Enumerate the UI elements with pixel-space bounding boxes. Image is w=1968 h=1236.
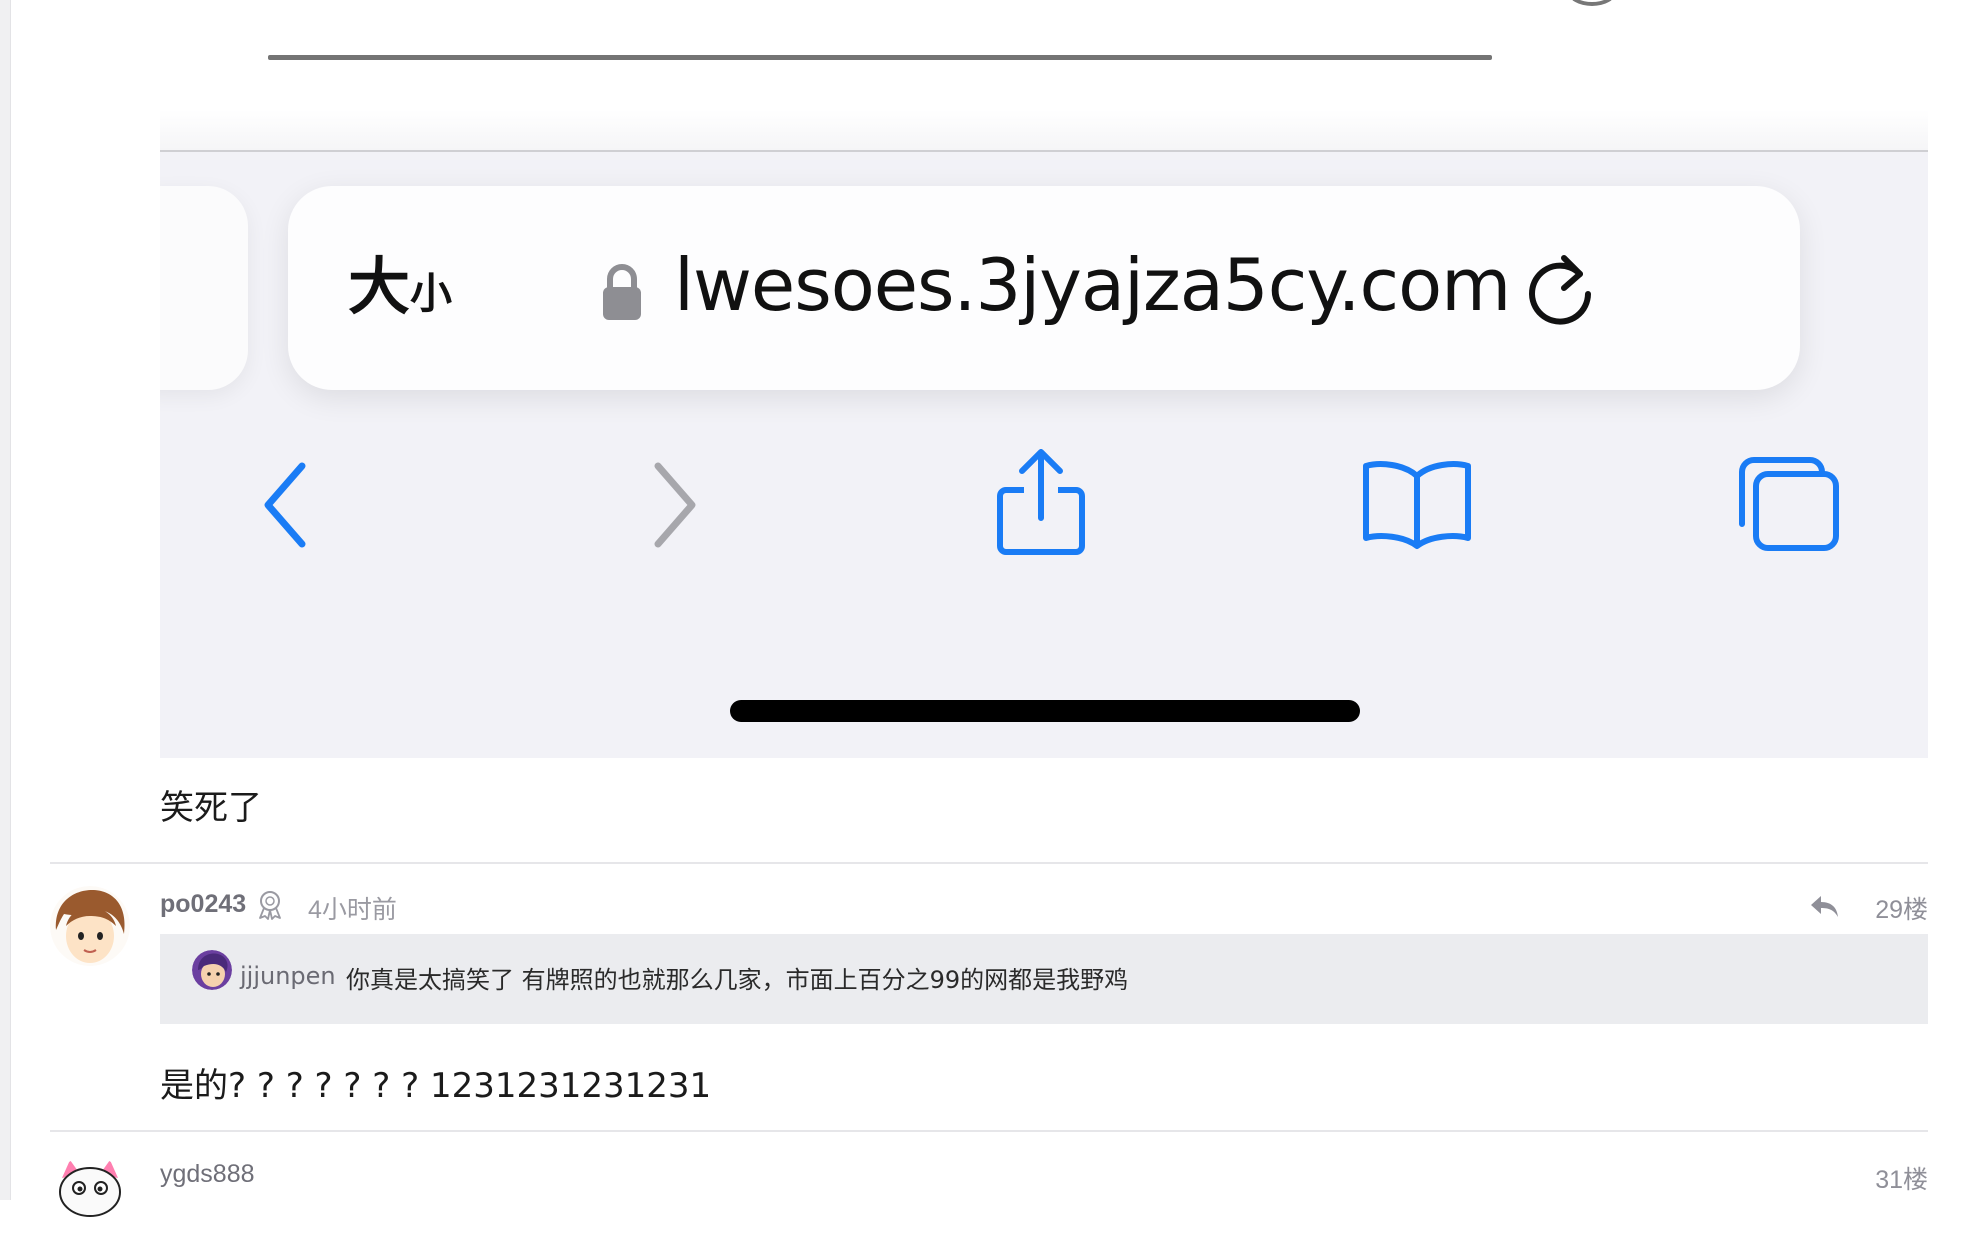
avatar-image xyxy=(192,950,232,990)
post-time: 4小时前 xyxy=(308,896,397,924)
floor-number: 29楼 xyxy=(1875,896,1928,924)
left-scroll-strip xyxy=(0,0,11,1200)
forward-icon xyxy=(654,462,696,548)
back-icon xyxy=(264,462,306,548)
avatar[interactable] xyxy=(50,1156,130,1236)
image-top-band xyxy=(160,110,1928,152)
quote-avatar[interactable] xyxy=(192,950,232,990)
floor-number: 31楼 xyxy=(1875,1166,1928,1194)
avatar-image xyxy=(50,1156,130,1236)
address-bar: 大小 lwesoes.3jyajza5cy.com xyxy=(288,186,1800,390)
lock-icon xyxy=(603,264,641,320)
tabs-icon xyxy=(1739,457,1839,551)
quote-username[interactable]: jjjunpen xyxy=(240,962,336,990)
horizontal-rule xyxy=(268,55,1492,60)
avatar-image xyxy=(50,886,130,966)
quote-block: jjjunpen 你真是太搞笑了 有牌照的也就那么几家，市面上百分之99的网都是… xyxy=(160,934,1928,1024)
post-body: 笑死了 xyxy=(160,788,262,828)
post-image[interactable]: 大小 lwesoes.3jyajza5cy.com xyxy=(160,110,1928,758)
reload-icon xyxy=(1529,255,1591,325)
quote-text: 你真是太搞笑了 有牌照的也就那么几家，市面上百分之99的网都是我野鸡 xyxy=(346,966,1129,994)
username[interactable]: po0243 xyxy=(160,890,246,919)
text-size-button: 大小 xyxy=(348,250,453,323)
url-text: lwesoes.3jyajza5cy.com xyxy=(674,243,1511,327)
share-icon xyxy=(997,449,1085,555)
post-body: 是的? ? ? ? ? ? ? 1231231231231 xyxy=(160,1066,712,1106)
bookmarks-icon xyxy=(1363,461,1471,549)
adjacent-tab-card xyxy=(160,186,248,390)
username[interactable]: ygds888 xyxy=(160,1160,255,1189)
award-icon xyxy=(259,891,281,920)
post-divider xyxy=(50,1130,1928,1132)
home-indicator xyxy=(730,700,1360,722)
avatar-edge xyxy=(1568,0,1616,6)
reply-icon[interactable] xyxy=(1808,893,1840,919)
avatar[interactable] xyxy=(50,886,130,966)
post-divider xyxy=(50,862,1928,864)
